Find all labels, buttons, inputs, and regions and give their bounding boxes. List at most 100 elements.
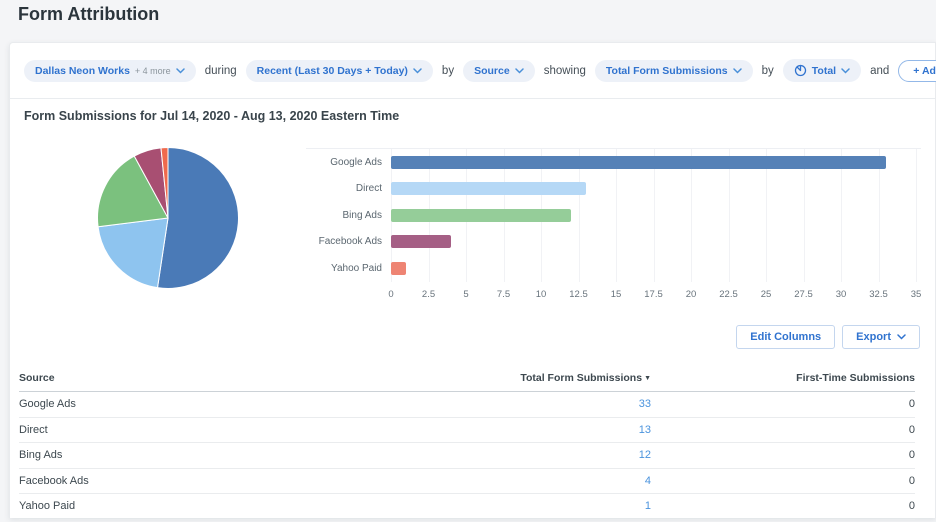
chevron-down-icon	[413, 68, 422, 74]
bar-row: Facebook Ads	[306, 229, 921, 256]
by-label-2: by	[762, 65, 774, 77]
x-axis: 02.557.51012.51517.52022.52527.53032.535	[391, 289, 916, 301]
account-selector[interactable]: Dallas Neon Works + 4 more	[24, 60, 196, 82]
chevron-down-icon	[897, 334, 906, 340]
pie-slice-google-ads[interactable]	[157, 148, 238, 289]
chevron-down-icon	[841, 68, 850, 74]
pie-chart-svg	[96, 146, 240, 290]
first-time-cell: 0	[651, 398, 915, 410]
aggregation-label: Total	[812, 65, 836, 77]
x-axis-tick: 20	[686, 289, 697, 300]
account-more-count: + 4 more	[135, 66, 171, 76]
source-cell: Direct	[19, 424, 371, 436]
report-card: Dallas Neon Works + 4 more during Recent…	[9, 42, 936, 518]
chevron-down-icon	[176, 68, 185, 74]
total-submissions-link[interactable]: 13	[639, 424, 651, 436]
x-axis-tick: 32.5	[869, 289, 888, 300]
bar-category-label: Facebook Ads	[306, 236, 391, 247]
x-axis-tick: 27.5	[794, 289, 813, 300]
bar-category-label: Direct	[306, 183, 391, 194]
account-selector-label: Dallas Neon Works	[35, 65, 130, 77]
bar-track	[391, 156, 916, 169]
pie-chart-icon	[794, 64, 807, 77]
x-axis-tick: 2.5	[422, 289, 435, 300]
bar-track	[391, 262, 916, 275]
x-axis-tick: 0	[388, 289, 393, 300]
x-axis-tick: 12.5	[569, 289, 588, 300]
chevron-down-icon	[733, 68, 742, 74]
first-time-cell: 0	[651, 475, 915, 487]
bar-yahoo-paid[interactable]	[391, 262, 406, 275]
bar-track	[391, 235, 916, 248]
source-cell: Bing Ads	[19, 449, 371, 461]
bar-track	[391, 209, 916, 222]
bar-chart: Google Ads Direct Bing Ads Facebook Ads …	[306, 148, 921, 316]
bar-google-ads[interactable]	[391, 156, 886, 169]
metric-selector[interactable]: Total Form Submissions	[595, 60, 753, 82]
metric-label: Total Form Submissions	[606, 65, 728, 77]
column-header-label: Total Form Submissions	[520, 372, 642, 384]
table-row: Google Ads 33 0	[19, 392, 915, 418]
group-by-selector[interactable]: Source	[463, 60, 535, 82]
source-cell: Facebook Ads	[19, 475, 371, 487]
table-row: Direct 13 0	[19, 418, 915, 444]
x-axis-tick: 15	[611, 289, 622, 300]
total-submissions-link[interactable]: 33	[639, 398, 651, 410]
x-axis-tick: 10	[536, 289, 547, 300]
x-axis-tick: 7.5	[497, 289, 510, 300]
total-submissions-link[interactable]: 12	[639, 449, 651, 461]
bar-row: Yahoo Paid	[306, 255, 921, 282]
add-filter-button[interactable]: + Add Filter	[898, 60, 936, 82]
bar-row: Google Ads	[306, 149, 921, 176]
bar-track	[391, 182, 916, 195]
date-range-label: Recent (Last 30 Days + Today)	[257, 65, 408, 77]
sort-descending-icon: ▼	[644, 375, 651, 382]
export-label: Export	[856, 331, 891, 343]
source-cell: Google Ads	[19, 398, 371, 410]
bar-category-label: Bing Ads	[306, 210, 391, 221]
column-header-source[interactable]: Source	[19, 372, 371, 384]
first-time-cell: 0	[651, 424, 915, 436]
during-label: during	[205, 65, 237, 77]
x-axis-tick: 25	[761, 289, 772, 300]
first-time-cell: 0	[651, 449, 915, 461]
bar-bing-ads[interactable]	[391, 209, 571, 222]
group-by-label: Source	[474, 65, 510, 77]
and-label: and	[870, 65, 889, 77]
table-row: Yahoo Paid 1 0	[19, 494, 915, 520]
edit-columns-label: Edit Columns	[750, 331, 821, 343]
bar-category-label: Google Ads	[306, 157, 391, 168]
pie-slice-direct[interactable]	[98, 218, 168, 288]
table-actions: Edit Columns Export	[736, 325, 920, 349]
date-range-selector[interactable]: Recent (Last 30 Days + Today)	[246, 60, 433, 82]
x-axis-tick: 22.5	[719, 289, 738, 300]
column-header-first-time-submissions[interactable]: First-Time Submissions	[651, 372, 915, 384]
chevron-down-icon	[515, 68, 524, 74]
export-button[interactable]: Export	[842, 325, 920, 349]
table-row: Facebook Ads 4 0	[19, 469, 915, 495]
x-axis-tick: 17.5	[644, 289, 663, 300]
bar-row: Bing Ads	[306, 202, 921, 229]
first-time-cell: 0	[651, 500, 915, 512]
source-cell: Yahoo Paid	[19, 500, 371, 512]
attribution-table: Source Total Form Submissions▼ First-Tim…	[19, 365, 915, 520]
x-axis-tick: 30	[836, 289, 847, 300]
aggregation-selector[interactable]: Total	[783, 59, 861, 82]
x-axis-tick: 35	[911, 289, 922, 300]
page-title: Form Attribution	[18, 4, 159, 25]
bar-row: Direct	[306, 176, 921, 203]
table-row: Bing Ads 12 0	[19, 443, 915, 469]
x-axis-tick: 5	[463, 289, 468, 300]
bar-category-label: Yahoo Paid	[306, 263, 391, 274]
table-header-row: Source Total Form Submissions▼ First-Tim…	[19, 365, 915, 392]
by-label: by	[442, 65, 454, 77]
bar-direct[interactable]	[391, 182, 586, 195]
filter-bar: Dallas Neon Works + 4 more during Recent…	[10, 43, 935, 99]
showing-label: showing	[544, 65, 586, 77]
add-filter-label: + Add Filter	[913, 65, 936, 77]
chart-heading: Form Submissions for Jul 14, 2020 - Aug …	[24, 109, 399, 123]
pie-chart	[96, 146, 240, 290]
column-header-total-form-submissions[interactable]: Total Form Submissions▼	[371, 372, 651, 384]
edit-columns-button[interactable]: Edit Columns	[736, 325, 835, 349]
bar-facebook-ads[interactable]	[391, 235, 451, 248]
